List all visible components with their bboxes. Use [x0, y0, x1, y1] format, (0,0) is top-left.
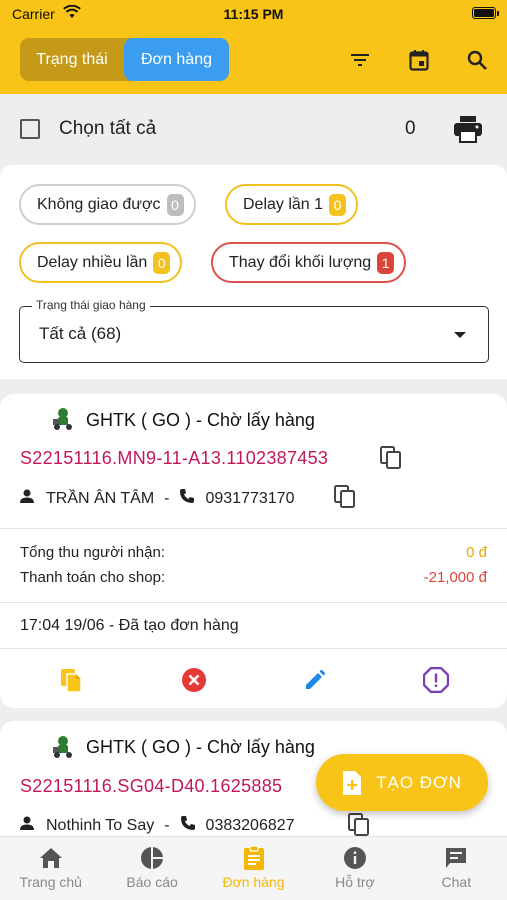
- filter-icon[interactable]: [346, 46, 374, 74]
- search-icon[interactable]: [463, 46, 491, 74]
- nav-label: Hỗ trợ: [335, 874, 375, 890]
- home-icon: [38, 845, 64, 871]
- customer-row: TRẦN ÂN TÂM - 0931773170: [20, 488, 294, 509]
- chip-count-badge: 0: [329, 193, 347, 216]
- customer-name: TRẦN ÂN TÂM: [46, 489, 155, 507]
- collect-label: Tổng thu người nhận:: [20, 544, 165, 561]
- copy-icon[interactable]: [380, 446, 402, 470]
- courier-icon: [50, 735, 76, 759]
- divider: [0, 528, 507, 529]
- customer-row: Nothinh To Say - 0383206827: [20, 815, 295, 836]
- customer-name: Nothinh To Say: [46, 816, 155, 834]
- chip-label: Thay đổi khối lượng: [229, 253, 372, 271]
- customer-phone[interactable]: 0931773170: [205, 490, 294, 508]
- new-document-icon: [343, 770, 362, 795]
- nav-label: Đơn hàng: [222, 874, 285, 890]
- calendar-icon[interactable]: [405, 46, 433, 74]
- nav-item-support[interactable]: Hỗ trợ: [304, 837, 405, 900]
- nav-item-reports[interactable]: Báo cáo: [101, 837, 202, 900]
- phone-icon: [179, 488, 195, 509]
- info-icon: [342, 845, 368, 871]
- chip-label: Delay lần 1: [243, 195, 324, 213]
- clipboard-icon: [241, 845, 267, 871]
- divider: [0, 602, 507, 603]
- printer-icon[interactable]: [453, 115, 483, 148]
- order-code[interactable]: S22151116.MN9-11-A13.1102387453: [20, 448, 328, 469]
- nav-item-home[interactable]: Trang chủ: [0, 837, 101, 900]
- filter-chip-delay-many[interactable]: Delay nhiều lần 0: [19, 242, 183, 283]
- chip-count-badge: 0: [166, 193, 184, 216]
- chip-label: Không giao được: [37, 195, 161, 213]
- select-all-bar: Chọn tất cả 0: [0, 94, 507, 164]
- pay-value: -21,000 đ: [423, 569, 487, 586]
- customer-phone[interactable]: 0383206827: [206, 817, 295, 835]
- courier-icon: [50, 407, 76, 431]
- edit-order-icon[interactable]: [301, 666, 329, 694]
- collect-value: 0 đ: [466, 544, 487, 561]
- bottom-nav: Trang chủ Báo cáo Đơn hàng Hỗ trợ Chat: [0, 836, 507, 900]
- order-history: 17:04 19/06 - Đã tạo đơn hàng: [20, 617, 239, 634]
- segment-status[interactable]: Trạng thái: [20, 38, 124, 81]
- dropdown-legend: Trạng thái giao hàng: [32, 298, 150, 312]
- chip-label: Delay nhiều lần: [37, 253, 148, 271]
- nav-label: Chat: [441, 874, 472, 890]
- create-order-button[interactable]: TẠO ĐƠN: [316, 754, 488, 811]
- dropdown-value: Tất cả (68): [39, 324, 122, 343]
- pie-chart-icon: [139, 845, 165, 871]
- separator: -: [164, 816, 170, 834]
- create-order-label: TẠO ĐƠN: [376, 772, 462, 792]
- chip-count-badge: 1: [377, 251, 395, 274]
- pay-label: Thanh toán cho shop:: [20, 569, 166, 586]
- chat-icon: [443, 845, 469, 871]
- nav-label: Báo cáo: [126, 874, 178, 890]
- chip-count-badge: 0: [153, 251, 171, 274]
- nav-item-orders[interactable]: Đơn hàng: [203, 837, 304, 900]
- status-time: 11:15 PM: [223, 6, 284, 22]
- report-issue-icon[interactable]: [422, 666, 450, 694]
- status-bar: Carrier 11:15 PM: [0, 0, 507, 28]
- separator: -: [164, 489, 170, 507]
- person-icon: [20, 816, 34, 835]
- select-all-label[interactable]: Chọn tất cả: [59, 118, 156, 140]
- delivery-status-dropdown[interactable]: Trạng thái giao hàng Tất cả (68): [19, 298, 489, 363]
- copy-phone-icon[interactable]: [334, 485, 356, 509]
- divider: [0, 648, 507, 649]
- duplicate-order-icon[interactable]: [57, 666, 85, 694]
- filter-chip-undeliverable[interactable]: Không giao được 0: [19, 184, 196, 225]
- copy-phone-icon[interactable]: [348, 813, 370, 837]
- filter-chip-delay-once[interactable]: Delay lần 1 0: [225, 184, 359, 225]
- filter-chip-weight-change[interactable]: Thay đổi khối lượng 1: [211, 242, 407, 283]
- app-header: Carrier 11:15 PM Trạng thái Đơn hàng: [0, 0, 507, 94]
- nav-item-chat[interactable]: Chat: [406, 837, 507, 900]
- order-title: GHTK ( GO ) - Chờ lấy hàng: [86, 737, 315, 757]
- selected-count: 0: [405, 118, 416, 139]
- order-title: GHTK ( GO ) - Chờ lấy hàng: [86, 410, 315, 430]
- select-all-checkbox[interactable]: [20, 119, 40, 139]
- order-code[interactable]: S22151116.SG04-D40.1625885: [20, 776, 282, 797]
- battery-icon: [472, 7, 496, 19]
- nav-label: Trang chủ: [19, 874, 82, 890]
- cancel-order-icon[interactable]: [180, 666, 208, 694]
- order-card[interactable]: GHTK ( GO ) - Chờ lấy hàng S22151116.MN9…: [0, 394, 507, 708]
- view-segmented-control: Trạng thái Đơn hàng: [20, 38, 229, 81]
- dropdown-arrow-icon: [454, 332, 466, 338]
- segment-orders[interactable]: Đơn hàng: [124, 38, 229, 81]
- battery-tip: [497, 11, 499, 16]
- phone-icon: [180, 815, 196, 836]
- person-icon: [20, 489, 34, 508]
